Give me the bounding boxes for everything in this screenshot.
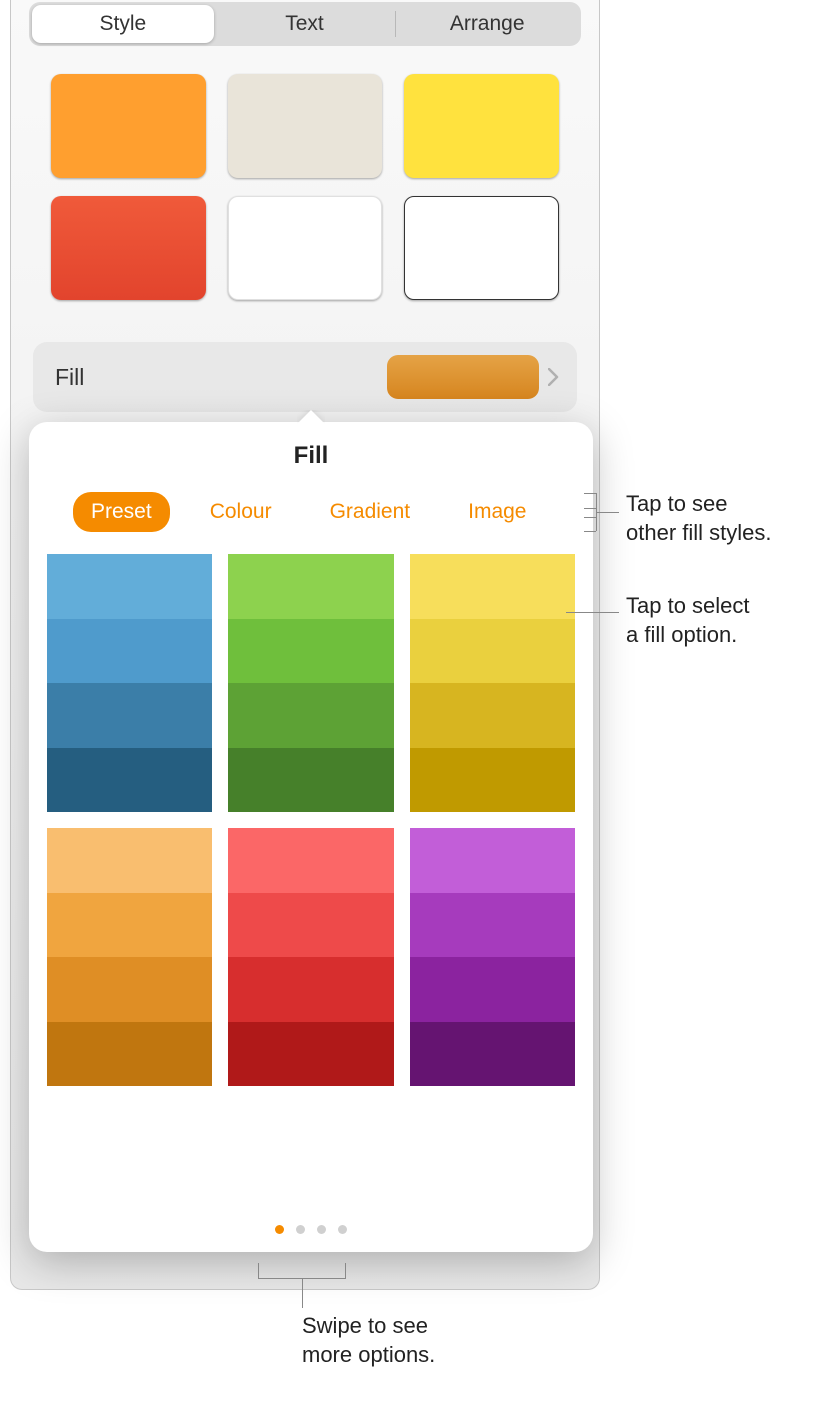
fill-color-preview[interactable] bbox=[387, 355, 539, 399]
fill-tab-gradient[interactable]: Gradient bbox=[312, 492, 429, 532]
fill-tab-image-label: Image bbox=[468, 500, 526, 523]
callout-connector bbox=[258, 1263, 259, 1278]
preset-swatch[interactable] bbox=[410, 619, 575, 684]
page-dot bbox=[338, 1225, 347, 1234]
preset-swatch[interactable] bbox=[47, 683, 212, 748]
callout-text: other fill styles. bbox=[626, 519, 772, 548]
fill-popover: Fill Preset Colour Gradient Image bbox=[29, 422, 593, 1252]
callout-text: a fill option. bbox=[626, 621, 750, 650]
preset-swatch[interactable] bbox=[47, 619, 212, 684]
callout-text: Swipe to see bbox=[302, 1312, 435, 1341]
preset-swatch[interactable] bbox=[228, 554, 393, 619]
fill-tab-colour[interactable]: Colour bbox=[192, 492, 290, 532]
page-dot bbox=[275, 1225, 284, 1234]
preset-swatch[interactable] bbox=[47, 893, 212, 958]
callout-tabs: Tap to see other fill styles. bbox=[626, 490, 772, 547]
preset-swatch[interactable] bbox=[228, 619, 393, 684]
shape-style-swatch[interactable] bbox=[404, 196, 559, 300]
preset-swatch[interactable] bbox=[47, 828, 212, 893]
tab-text-label: Text bbox=[285, 12, 324, 36]
fill-tab-preset-label: Preset bbox=[91, 500, 152, 523]
callout-connector bbox=[584, 517, 596, 518]
callout-connector bbox=[584, 493, 596, 494]
preset-swatch[interactable] bbox=[228, 748, 393, 813]
format-panel: Style Text Arrange Fill Fill Preset Colo… bbox=[10, 0, 600, 1290]
shape-style-swatch[interactable] bbox=[51, 74, 206, 178]
preset-swatch-group bbox=[228, 554, 393, 812]
page-indicator[interactable] bbox=[29, 1225, 593, 1234]
preset-swatch[interactable] bbox=[410, 1022, 575, 1087]
fill-tab-gradient-label: Gradient bbox=[330, 500, 411, 523]
preset-swatch-group bbox=[410, 828, 575, 1086]
preset-swatch[interactable] bbox=[410, 748, 575, 813]
tab-style[interactable]: Style bbox=[32, 5, 214, 43]
shape-style-swatch[interactable] bbox=[404, 74, 559, 178]
preset-swatch[interactable] bbox=[228, 957, 393, 1022]
preset-swatch[interactable] bbox=[228, 893, 393, 958]
callout-connector bbox=[302, 1278, 303, 1308]
callout-connector bbox=[566, 612, 619, 613]
preset-swatch[interactable] bbox=[47, 554, 212, 619]
popover-arrow-icon bbox=[297, 410, 325, 424]
preset-swatch[interactable] bbox=[228, 828, 393, 893]
callout-text: more options. bbox=[302, 1341, 435, 1370]
callout-connector bbox=[584, 531, 596, 532]
preset-swatch-group bbox=[410, 554, 575, 812]
callout-text: Tap to see bbox=[626, 490, 772, 519]
preset-swatch[interactable] bbox=[228, 683, 393, 748]
tab-text[interactable]: Text bbox=[214, 5, 396, 43]
fill-row-label: Fill bbox=[55, 364, 387, 391]
preset-swatch[interactable] bbox=[410, 828, 575, 893]
tab-style-label: Style bbox=[99, 12, 146, 36]
popover-title: Fill bbox=[29, 422, 593, 470]
preset-swatch[interactable] bbox=[47, 1022, 212, 1087]
page-dot bbox=[296, 1225, 305, 1234]
preset-swatch-group bbox=[47, 828, 212, 1086]
preset-swatch[interactable] bbox=[410, 893, 575, 958]
preset-swatch[interactable] bbox=[47, 957, 212, 1022]
callout-swipe: Swipe to see more options. bbox=[302, 1312, 435, 1369]
preset-swatch[interactable] bbox=[410, 683, 575, 748]
shape-style-swatch[interactable] bbox=[228, 74, 383, 178]
tab-arrange[interactable]: Arrange bbox=[396, 5, 578, 43]
tab-arrange-label: Arrange bbox=[450, 12, 525, 36]
preset-swatch[interactable] bbox=[228, 1022, 393, 1087]
preset-swatch[interactable] bbox=[47, 748, 212, 813]
shape-style-swatch[interactable] bbox=[228, 196, 383, 300]
preset-swatch-group bbox=[47, 554, 212, 812]
shape-style-grid bbox=[11, 46, 599, 310]
fill-tab-preset[interactable]: Preset bbox=[73, 492, 170, 532]
preset-swatch[interactable] bbox=[410, 554, 575, 619]
fill-row[interactable]: Fill bbox=[33, 342, 577, 412]
chevron-right-icon bbox=[539, 368, 567, 386]
segmented-control: Style Text Arrange bbox=[29, 2, 581, 46]
callout-option: Tap to select a fill option. bbox=[626, 592, 750, 649]
callout-connector bbox=[584, 508, 596, 509]
fill-tab-image[interactable]: Image bbox=[450, 492, 544, 532]
fill-type-tabs: Preset Colour Gradient Image bbox=[29, 470, 593, 532]
preset-swatch[interactable] bbox=[410, 957, 575, 1022]
preset-grid bbox=[47, 554, 575, 1086]
fill-tab-colour-label: Colour bbox=[210, 500, 272, 523]
preset-swatch-group bbox=[228, 828, 393, 1086]
callout-connector bbox=[345, 1263, 346, 1278]
page-dot bbox=[317, 1225, 326, 1234]
callout-text: Tap to select bbox=[626, 592, 750, 621]
shape-style-swatch[interactable] bbox=[51, 196, 206, 300]
preset-grid-wrap[interactable] bbox=[29, 532, 593, 1086]
callout-connector bbox=[597, 512, 619, 513]
